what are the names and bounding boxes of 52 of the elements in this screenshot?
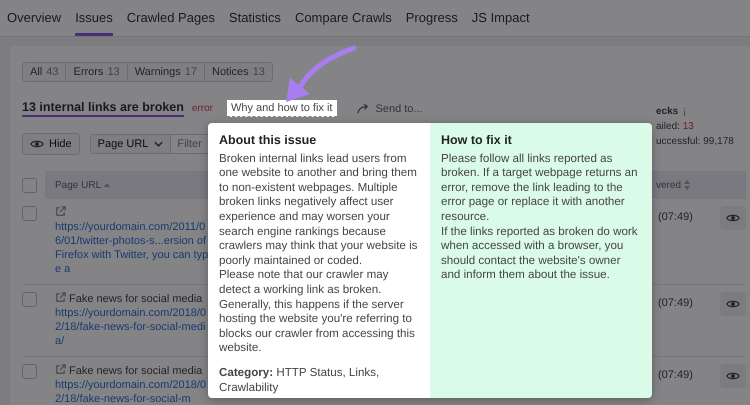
checks-title: ecks (656, 105, 678, 119)
nav-tab[interactable]: Compare Crawls (294, 0, 392, 36)
filter-tab[interactable]: Errors 13 (66, 63, 128, 81)
view-button[interactable] (720, 206, 746, 230)
help-link[interactable]: Why and how to fix it (227, 100, 336, 117)
popup-paragraph: Please note that our crawler may detect a working link as broken. Generally, this happens if the server hosting the website you're referring to blocks our crawler from accessing this website. (219, 268, 416, 356)
chevron-icon (154, 141, 164, 147)
send-to-link[interactable]: Send to... (376, 102, 423, 114)
time-text: (07:49) (658, 297, 694, 309)
sort-icon (104, 183, 110, 187)
row-checkbox[interactable] (22, 364, 37, 379)
sort-icon (684, 180, 690, 190)
popup-paragraph: If the links reported as broken do work when accessed with a browser, you should contact the website's owner and inform them about the issue. (441, 224, 639, 283)
info-icon[interactable] (682, 106, 688, 116)
filter-tab[interactable]: Notices 13 (205, 63, 272, 81)
nav-tab[interactable]: Statistics (228, 0, 281, 36)
nav-tab[interactable]: Overview (7, 0, 62, 36)
view-button[interactable] (720, 364, 746, 388)
category-text: Category: HTTP Status, Links, Crawlability (219, 366, 380, 396)
select-all-checkbox[interactable] (22, 178, 37, 192)
row-checkbox[interactable] (22, 206, 37, 221)
successful-count: uccessful: 99,178 (656, 135, 735, 149)
page-title: Fake news for social media (69, 293, 202, 305)
share-icon[interactable] (356, 103, 370, 114)
row-checkbox[interactable] (22, 292, 37, 307)
nav-tab[interactable]: JS Impact (472, 0, 530, 36)
filter-tab[interactable]: Warnings 17 (128, 63, 205, 81)
time-text: (07:49) (658, 211, 694, 223)
external-link-icon[interactable] (55, 364, 66, 375)
column-header[interactable]: Page URL (55, 180, 102, 190)
column-header[interactable]: vered (656, 180, 682, 190)
page-url-link[interactable]: https://yourdomain.com/2018/02/18/fake-news-for-social-media/ (55, 306, 209, 348)
nav-tab[interactable]: Issues (75, 0, 113, 36)
column-select[interactable]: Page URL (90, 135, 172, 153)
popup-heading: How to fix it (441, 133, 513, 148)
time-text: (07:49) (658, 369, 694, 381)
filter-tab[interactable]: All 43 (23, 63, 66, 81)
page-url-link[interactable]: https://yourdomain.com/2018/02/18/fake-news-for-social-m (55, 378, 209, 405)
external-link-icon[interactable] (55, 292, 66, 303)
issue-title: 13 internal links are broken (22, 100, 184, 117)
page-url-link[interactable]: https://yourdomain.com/2011/06/01/twitter-photos-s...ersion of Firefox with Twitter, you can type a (55, 220, 209, 276)
nav-tab[interactable]: Crawled Pages (126, 0, 215, 36)
nav-tab[interactable]: Progress (406, 0, 458, 36)
failed-count: ailed: 13 (656, 120, 695, 134)
external-link-icon[interactable] (55, 206, 66, 217)
hide-button[interactable]: Hide (22, 133, 80, 155)
severity-label: error (192, 103, 213, 114)
popup-heading: About this issue (219, 133, 318, 148)
view-button[interactable] (720, 292, 746, 316)
page-title: Fake news for social media (69, 365, 202, 377)
popup-paragraph: Please follow all links reported as broken. If a target webpage returns an error, remove the link leading to the error page or replace it with another resource. (441, 152, 639, 225)
popup-paragraph: Broken internal links lead users from one website to another and bring them to non-existent webpages. Multiple broken links negatively affect user experience and may worsen your search engine rankings because crawlers may think that your website is poorly maintained or coded. (219, 152, 418, 268)
